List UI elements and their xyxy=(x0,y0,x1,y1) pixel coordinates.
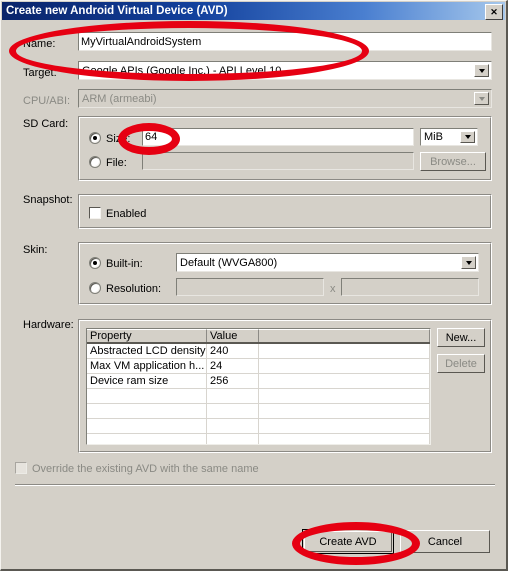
chevron-down-icon[interactable] xyxy=(474,64,489,77)
sdcard-file-label: File: xyxy=(106,157,127,169)
cell-property xyxy=(87,404,207,418)
table-row[interactable]: Abstracted LCD density 240 xyxy=(87,344,430,359)
skin-resolution-label: Resolution: xyxy=(106,283,162,295)
cell-value xyxy=(207,389,259,403)
table-row[interactable] xyxy=(87,434,430,444)
sdcard-group xyxy=(78,116,492,181)
hardware-column-value[interactable]: Value xyxy=(207,329,259,342)
window-titlebar: Create new Android Virtual Device (AVD) … xyxy=(2,2,505,20)
chevron-down-icon[interactable] xyxy=(461,256,476,269)
hardware-table[interactable]: Property Value Abstracted LCD density 24… xyxy=(86,328,431,445)
skin-builtin-label: Built-in: xyxy=(106,258,143,270)
table-row[interactable]: Max VM application h... 24 xyxy=(87,359,430,374)
table-row[interactable]: Device ram size 256 xyxy=(87,374,430,389)
cell-extra xyxy=(259,419,430,433)
cell-value xyxy=(207,404,259,418)
table-row[interactable] xyxy=(87,419,430,434)
cell-extra xyxy=(259,344,430,358)
cell-property xyxy=(87,419,207,433)
create-avd-dialog: Create new Android Virtual Device (AVD) … xyxy=(0,0,508,571)
cell-value: 240 xyxy=(207,344,259,358)
hardware-column-extra[interactable] xyxy=(259,329,430,342)
sdcard-size-input[interactable] xyxy=(142,128,414,146)
table-row[interactable] xyxy=(87,404,430,419)
sdcard-unit-value: MiB xyxy=(424,131,443,143)
target-select-value: Google APIs (Google Inc.) - API Level 10 xyxy=(82,64,282,77)
sdcard-size-label: Size: xyxy=(106,133,131,145)
sdcard-file-input xyxy=(142,152,414,170)
target-select[interactable]: Google APIs (Google Inc.) - API Level 10 xyxy=(78,61,492,80)
cell-property: Max VM application h... xyxy=(87,359,207,373)
footer-divider xyxy=(15,484,495,486)
cell-value xyxy=(207,434,259,444)
hardware-table-header: Property Value xyxy=(87,329,430,344)
target-label: Target: xyxy=(23,67,57,79)
snapshot-enabled-label: Enabled xyxy=(106,208,147,220)
skin-builtin-value: Default (WVGA800) xyxy=(180,256,278,269)
hardware-column-property[interactable]: Property xyxy=(87,329,207,342)
sdcard-unit-select[interactable]: MiB xyxy=(420,128,478,146)
skin-resolution-height-input xyxy=(341,278,479,296)
cancel-label: Cancel xyxy=(427,535,463,548)
snapshot-section-label: Snapshot: xyxy=(23,194,73,206)
override-label: Override the existing AVD with the same … xyxy=(32,463,259,475)
skin-resolution-width-input xyxy=(176,278,324,296)
create-avd-button[interactable]: Create AVD xyxy=(302,529,394,554)
cell-extra xyxy=(259,374,430,388)
skin-builtin-select[interactable]: Default (WVGA800) xyxy=(176,253,479,272)
cell-extra xyxy=(259,404,430,418)
name-input[interactable] xyxy=(78,32,492,51)
hardware-new-label: New... xyxy=(445,331,477,344)
close-icon[interactable]: ✕ xyxy=(485,4,503,20)
hardware-section-label: Hardware: xyxy=(23,319,74,331)
skin-resolution-radio[interactable] xyxy=(89,282,101,294)
create-avd-label: Create AVD xyxy=(319,535,377,548)
chevron-down-icon xyxy=(474,92,489,105)
cpu-abi-label: CPU/ABI: xyxy=(23,95,71,107)
sdcard-size-radio[interactable] xyxy=(89,132,101,144)
hardware-delete-button: Delete xyxy=(437,354,485,373)
table-row[interactable] xyxy=(87,389,430,404)
cell-extra xyxy=(259,389,430,403)
close-icon-glyph: ✕ xyxy=(490,6,498,17)
cell-value: 256 xyxy=(207,374,259,388)
hardware-delete-label: Delete xyxy=(445,357,477,370)
cell-property: Device ram size xyxy=(87,374,207,388)
cell-extra xyxy=(259,359,430,373)
cpu-abi-select: ARM (armeabi) xyxy=(78,89,492,108)
cell-value xyxy=(207,419,259,433)
cell-property xyxy=(87,434,207,444)
cell-property xyxy=(87,389,207,403)
name-label: Name: xyxy=(23,38,56,50)
hardware-new-button[interactable]: New... xyxy=(437,328,485,347)
cancel-button[interactable]: Cancel xyxy=(400,530,490,553)
sdcard-browse-button: Browse... xyxy=(420,152,486,171)
skin-resolution-x-label: x xyxy=(330,283,336,295)
sdcard-browse-label: Browse... xyxy=(430,155,476,168)
cell-property: Abstracted LCD density xyxy=(87,344,207,358)
sdcard-section-label: SD Card: xyxy=(23,118,69,130)
sdcard-file-radio[interactable] xyxy=(89,156,101,168)
chevron-down-icon[interactable] xyxy=(460,131,475,143)
override-checkbox xyxy=(15,462,27,474)
skin-builtin-radio[interactable] xyxy=(89,257,101,269)
cpu-abi-select-value: ARM (armeabi) xyxy=(82,92,157,105)
window-title: Create new Android Virtual Device (AVD) xyxy=(6,5,228,17)
cell-value: 24 xyxy=(207,359,259,373)
cell-extra xyxy=(259,434,430,444)
snapshot-enabled-checkbox[interactable] xyxy=(89,207,101,219)
skin-section-label: Skin: xyxy=(23,244,48,256)
